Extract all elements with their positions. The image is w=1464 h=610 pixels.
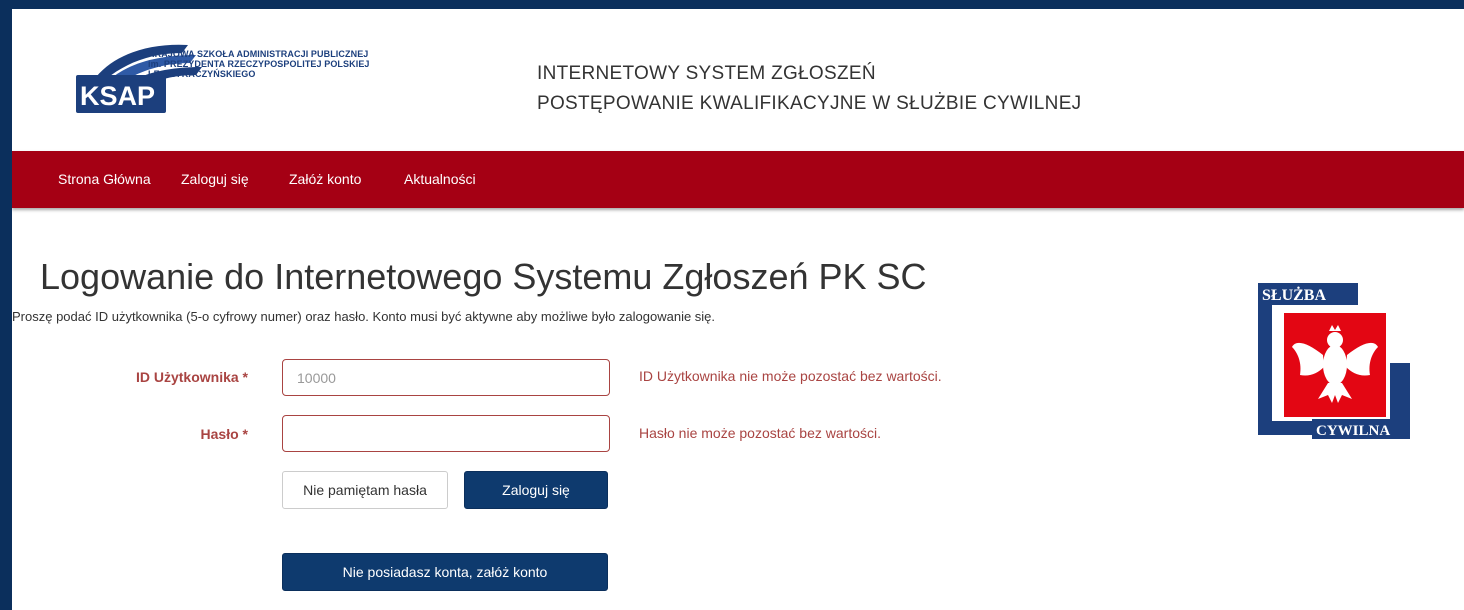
- ksap-logo-line: im. PREZYDENTA RZECZYPOSPOLITEJ POLSKIEJ: [148, 59, 370, 69]
- polish-eagle-icon: SŁUŻBA CYWILNA: [1258, 283, 1410, 443]
- nav-item-login[interactable]: Zaloguj się: [181, 151, 249, 208]
- ksap-logo-line: LECHA KACZYŃSKIEGO: [148, 69, 256, 79]
- user-id-error: ID Użytkownika nie może pozostać bez war…: [639, 368, 942, 384]
- password-error: Hasło nie może pozostać bez wartości.: [639, 425, 881, 441]
- badge-top-text: SŁUŻBA: [1262, 285, 1326, 304]
- nav-item-register[interactable]: Załóż konto: [289, 151, 361, 208]
- page-frame: KSAP KRAJOWA SZKOŁA ADMINISTRACJI PUBLIC…: [12, 9, 1464, 610]
- sluzba-cywilna-logo: SŁUŻBA CYWILNA: [1258, 283, 1410, 443]
- user-id-input[interactable]: [282, 359, 610, 396]
- ksap-logo-abbr: KSAP: [80, 81, 155, 111]
- ksap-logo-line: KRAJOWA SZKOŁA ADMINISTRACJI PUBLICZNEJ: [148, 49, 369, 59]
- login-instructions: Proszę podać ID użytkownika (5-o cyfrowy…: [12, 309, 716, 324]
- system-title: INTERNETOWY SYSTEM ZGŁOSZEŃ POSTĘPOWANIE…: [537, 59, 1081, 119]
- user-id-label: ID Użytkownika *: [135, 369, 248, 385]
- system-title-line1: INTERNETOWY SYSTEM ZGŁOSZEŃ: [537, 63, 876, 84]
- register-button[interactable]: Nie posiadasz konta, załóż konto: [282, 553, 608, 591]
- password-input[interactable]: [282, 415, 610, 452]
- nav-item-home[interactable]: Strona Główna: [58, 151, 151, 208]
- site-header: KSAP KRAJOWA SZKOŁA ADMINISTRACJI PUBLIC…: [12, 9, 1464, 151]
- forgot-password-button[interactable]: Nie pamiętam hasła: [282, 471, 448, 509]
- nav-item-news[interactable]: Aktualności: [404, 151, 476, 208]
- ksap-logo-text: KRAJOWA SZKOŁA ADMINISTRACJI PUBLICZNEJ …: [148, 49, 438, 79]
- login-button[interactable]: Zaloguj się: [464, 471, 608, 509]
- badge-bottom-text: CYWILNA: [1316, 423, 1390, 439]
- password-label: Hasło *: [200, 426, 248, 442]
- main-nav: Strona Główna Zaloguj się Załóż konto Ak…: [12, 151, 1464, 208]
- system-title-line2: POSTĘPOWANIE KWALIFIKACYJNE W SŁUŻBIE CY…: [537, 93, 1082, 114]
- page-title: Logowanie do Internetowego Systemu Zgłos…: [40, 256, 927, 297]
